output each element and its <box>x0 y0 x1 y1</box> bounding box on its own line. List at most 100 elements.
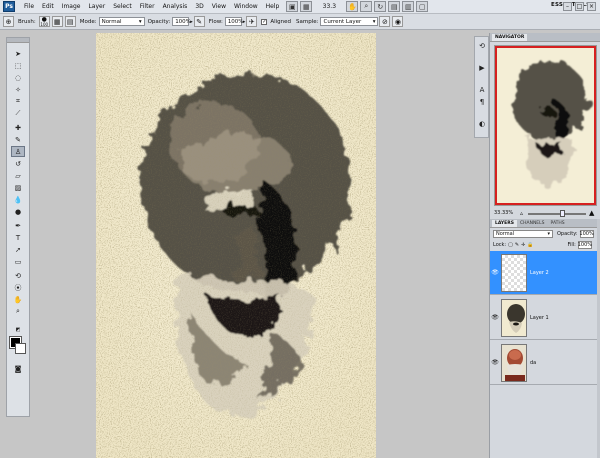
brush-panel-icon[interactable]: ▦ <box>51 16 63 27</box>
airbrush-icon[interactable]: ✈ <box>246 16 258 27</box>
brush-tool-icon[interactable]: ✎ <box>11 134 25 145</box>
sample-select[interactable]: Current Layer ▾ <box>320 17 379 26</box>
zoom-out-icon[interactable]: ▵ <box>520 210 523 217</box>
zoom-tool-icon[interactable]: ⌕ <box>11 306 25 317</box>
app-logo: Ps <box>3 1 15 12</box>
menu-file[interactable]: File <box>20 0 38 14</box>
aligned-checkbox[interactable]: ✓ <box>261 18 268 25</box>
path-selection-tool-icon[interactable]: ➚ <box>11 244 25 255</box>
menu-image[interactable]: Image <box>58 0 85 14</box>
marquee-tool-icon[interactable]: ⬚ <box>11 60 25 71</box>
character-panel-icon[interactable]: A <box>477 85 487 95</box>
minimize-icon[interactable]: – <box>563 2 572 11</box>
menu-filter[interactable]: Filter <box>136 0 159 14</box>
menu-window[interactable]: Window <box>230 0 262 14</box>
tab-paths[interactable]: PATHS <box>548 220 568 227</box>
navigator-zoom-slider[interactable] <box>528 213 586 215</box>
default-colors-icon[interactable]: ◩ <box>11 324 25 335</box>
lock-label: Lock: <box>493 242 507 248</box>
maximize-icon[interactable]: □ <box>575 2 584 11</box>
minibridge-icon[interactable]: ▦ <box>300 1 313 12</box>
layer-name: Layer 1 <box>530 314 549 321</box>
tab-navigator[interactable]: NAVIGATOR <box>492 34 528 41</box>
arrange-documents-icon[interactable]: ▥ <box>402 1 415 12</box>
zoom-in-icon[interactable]: ▲ <box>589 209 594 217</box>
navigator-zoom-value[interactable]: 33.33% <box>494 210 513 216</box>
hand-icon[interactable]: ✋ <box>346 1 359 12</box>
eye-icon[interactable]: 👁 <box>490 359 500 366</box>
blur-tool-icon[interactable]: 💧 <box>11 194 25 205</box>
move-tool-icon[interactable]: ➤ <box>11 48 25 59</box>
quick-mask-icon[interactable]: ◙ <box>11 363 25 374</box>
navigator-preview[interactable] <box>494 45 597 206</box>
menu-view[interactable]: View <box>208 0 230 14</box>
chevron-right-icon[interactable]: ▸ <box>190 19 193 25</box>
menu-layer[interactable]: Layer <box>84 0 109 14</box>
3d-camera-tool-icon[interactable]: ⦿ <box>11 282 25 293</box>
lock-all-icon[interactable]: 🔒 <box>527 242 533 248</box>
adjustments-panel-icon[interactable]: ◐ <box>477 119 487 129</box>
layer-row-layer-1[interactable]: 👁 Layer 1 <box>490 296 598 340</box>
eye-icon[interactable]: 👁 <box>490 314 500 321</box>
menu-select[interactable]: Select <box>109 0 136 14</box>
menu-analysis[interactable]: Analysis <box>159 0 192 14</box>
crop-tool-icon[interactable]: ⌗ <box>11 96 25 107</box>
mode-select[interactable]: Normal ▾ <box>98 17 145 26</box>
tab-channels[interactable]: CHANNELS <box>517 220 548 227</box>
lock-pixels-icon[interactable]: ✎ <box>515 242 519 248</box>
grid-icon[interactable]: ▤ <box>388 1 401 12</box>
layer-name: Layer 2 <box>530 269 549 276</box>
close-icon[interactable]: × <box>587 2 596 11</box>
eraser-tool-icon[interactable]: ▱ <box>11 170 25 181</box>
flow-input[interactable]: 100% <box>224 17 244 26</box>
pen-pressure-opacity-icon[interactable]: ✎ <box>193 16 205 27</box>
type-tool-icon[interactable]: T <box>11 232 25 243</box>
fill-input[interactable]: 100% <box>578 241 592 249</box>
document-canvas[interactable] <box>96 33 376 458</box>
navigator-view-box[interactable] <box>495 46 596 205</box>
screen-mode-icon[interactable]: ▢ <box>416 1 429 12</box>
paragraph-panel-icon[interactable]: ¶ <box>477 97 487 107</box>
rotate-view-icon[interactable]: ↻ <box>374 1 387 12</box>
brush-label: Brush: <box>18 18 36 25</box>
toolbox-grip[interactable] <box>7 38 29 43</box>
history-panel-icon[interactable]: ⟲ <box>477 41 487 51</box>
menu-3d[interactable]: 3D <box>191 0 207 14</box>
lock-transparency-icon[interactable]: ▢ <box>508 242 513 248</box>
hand-tool-icon[interactable]: ✋ <box>11 294 25 305</box>
quick-select-tool-icon[interactable]: ✧ <box>11 84 25 95</box>
eyedropper-tool-icon[interactable]: ⟋ <box>11 108 25 119</box>
navigator-zoom-slider-knob[interactable] <box>560 210 565 217</box>
layer-row-da[interactable]: 👁 da <box>490 341 598 385</box>
layer-row-layer-2[interactable]: 👁 Layer 2 <box>490 251 598 295</box>
panel-icon-dock: ⟲ ▶ A ¶ ◐ <box>474 36 489 138</box>
clone-stamp-tool-preset-icon[interactable]: ⊕ <box>3 16 14 27</box>
clone-stamp-tool-icon[interactable]: ♙ <box>11 146 25 157</box>
opacity-input[interactable]: 100% <box>172 17 191 26</box>
menu-help[interactable]: Help <box>262 0 284 14</box>
background-color-swatch[interactable] <box>15 343 26 354</box>
tab-layers[interactable]: LAYERS <box>492 220 517 227</box>
history-brush-tool-icon[interactable]: ↺ <box>11 158 25 169</box>
zoom-level-field[interactable]: 33.3 <box>319 2 339 12</box>
ignore-adjustment-layers-icon[interactable]: ⊘ <box>379 16 391 27</box>
zoom-icon[interactable]: ⌕ <box>360 1 373 12</box>
healing-brush-tool-icon[interactable]: ✚ <box>11 122 25 133</box>
gradient-tool-icon[interactable]: ▨ <box>11 182 25 193</box>
menu-edit[interactable]: Edit <box>38 0 58 14</box>
brush-picker[interactable]: ● 100 <box>38 16 50 27</box>
pressure-size-icon[interactable]: ◉ <box>392 16 404 27</box>
lock-position-icon[interactable]: ✛ <box>521 242 525 248</box>
eye-icon[interactable]: 👁 <box>490 269 500 276</box>
actions-panel-icon[interactable]: ▶ <box>477 63 487 73</box>
blend-mode-select[interactable]: Normal ▾ <box>493 230 553 238</box>
clone-source-icon[interactable]: ▤ <box>64 16 76 27</box>
shape-tool-icon[interactable]: ▭ <box>11 256 25 267</box>
bridge-icon[interactable]: ▣ <box>286 1 299 12</box>
3d-rotate-tool-icon[interactable]: ⟲ <box>11 270 25 281</box>
lasso-tool-icon[interactable]: ◌ <box>11 72 25 83</box>
dodge-tool-icon[interactable]: ● <box>11 206 25 217</box>
pen-tool-icon[interactable]: ✒ <box>11 220 25 231</box>
chevron-right-icon[interactable]: ▸ <box>243 19 246 25</box>
layer-opacity-input[interactable]: 100% <box>579 230 594 238</box>
